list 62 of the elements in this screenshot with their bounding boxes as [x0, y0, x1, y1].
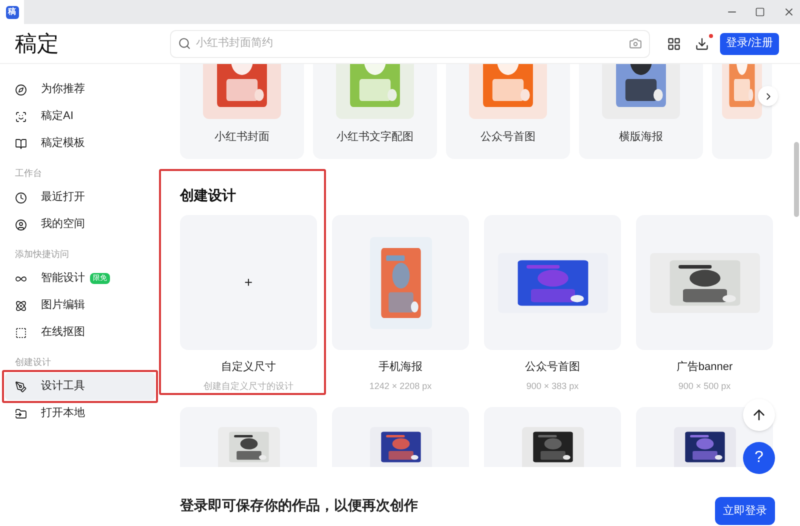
next-button[interactable] — [758, 86, 778, 106]
card-label: 手机海报 — [378, 360, 422, 375]
book-icon — [15, 138, 27, 150]
plus-icon: + — [244, 272, 253, 293]
section-title: 创建设计 — [180, 186, 237, 205]
atom-icon — [15, 300, 27, 312]
sidebar-item[interactable]: 稿定模板 — [5, 130, 155, 157]
apps-icon[interactable] — [667, 36, 681, 50]
card-size: 900 × 383 px — [526, 380, 579, 393]
card-size: 900 × 500 px — [678, 380, 731, 393]
sidebar-item[interactable]: 我的空间 — [5, 211, 155, 238]
template-card[interactable]: 小红书封面 — [180, 64, 304, 159]
ai-icon — [15, 110, 27, 122]
download-icon[interactable] — [695, 36, 709, 50]
group-title: 工作台 — [15, 167, 43, 180]
custom-size-card[interactable]: + — [180, 215, 317, 350]
sidebar-item[interactable]: 最近打开 — [5, 184, 155, 211]
login-now-button[interactable]: 立即登录 — [715, 497, 775, 525]
card-label: 广告banner — [676, 360, 733, 375]
app-logo: 稿 — [6, 6, 18, 18]
card-size: 1242 × 2208 px — [369, 380, 432, 393]
search-field[interactable]: 小红书封面简约 — [196, 35, 629, 52]
card-label: 小红书封面 — [214, 130, 270, 145]
template-card[interactable]: 小红书文字配图 — [313, 64, 437, 159]
sidebar-item[interactable]: 设计工具 — [5, 373, 155, 400]
user-icon — [15, 218, 27, 230]
close-icon[interactable] — [783, 6, 795, 18]
sidebar-item[interactable]: 打开本地 — [5, 400, 155, 427]
folder-icon — [15, 408, 27, 420]
scrollbar-thumb[interactable] — [794, 142, 799, 217]
card-label: 自定义尺寸 — [221, 360, 276, 375]
card-label: 公众号首图 — [480, 130, 536, 145]
login-button[interactable]: 登录/注册 — [720, 32, 779, 54]
card-label: 公众号首图 — [525, 360, 580, 375]
arrow-up-icon — [751, 407, 767, 423]
sidebar-item[interactable]: 稿定AI — [5, 103, 155, 130]
back-to-top-button[interactable] — [743, 399, 775, 431]
template-card[interactable]: 公众号首图 — [446, 64, 570, 159]
sidebar-item[interactable]: 在线抠图 — [5, 319, 155, 346]
card-size: 创建自定义尺寸的设计 — [204, 380, 294, 392]
sidebar-item[interactable]: 图片编辑 — [5, 292, 155, 319]
card-label: 横版海报 — [619, 130, 663, 145]
login-prompt: 登录即可保存你的作品，以便再次创作 — [180, 496, 419, 514]
template-card[interactable] — [484, 407, 621, 467]
clock-icon — [15, 192, 27, 204]
maximize-icon[interactable] — [755, 7, 765, 17]
pen-icon — [15, 380, 27, 392]
template-card[interactable] — [636, 215, 773, 350]
template-card[interactable] — [180, 407, 317, 467]
template-card[interactable] — [484, 215, 621, 350]
app-title: 稿定 — [15, 30, 60, 58]
frame-icon — [15, 326, 27, 338]
group-title: 创建设计 — [15, 356, 52, 370]
card-label: 小红书文字配图 — [336, 130, 414, 145]
camera-icon[interactable] — [629, 37, 642, 50]
search-bar[interactable]: 小红书封面简约 — [170, 30, 650, 58]
sidebar-item[interactable]: 为你推荐 — [5, 76, 155, 103]
search-icon — [178, 37, 191, 50]
compass-icon — [15, 84, 27, 96]
template-card[interactable]: 横版海报 — [579, 64, 703, 159]
group-title: 添加快捷访问 — [15, 248, 70, 262]
template-card[interactable] — [332, 407, 469, 467]
